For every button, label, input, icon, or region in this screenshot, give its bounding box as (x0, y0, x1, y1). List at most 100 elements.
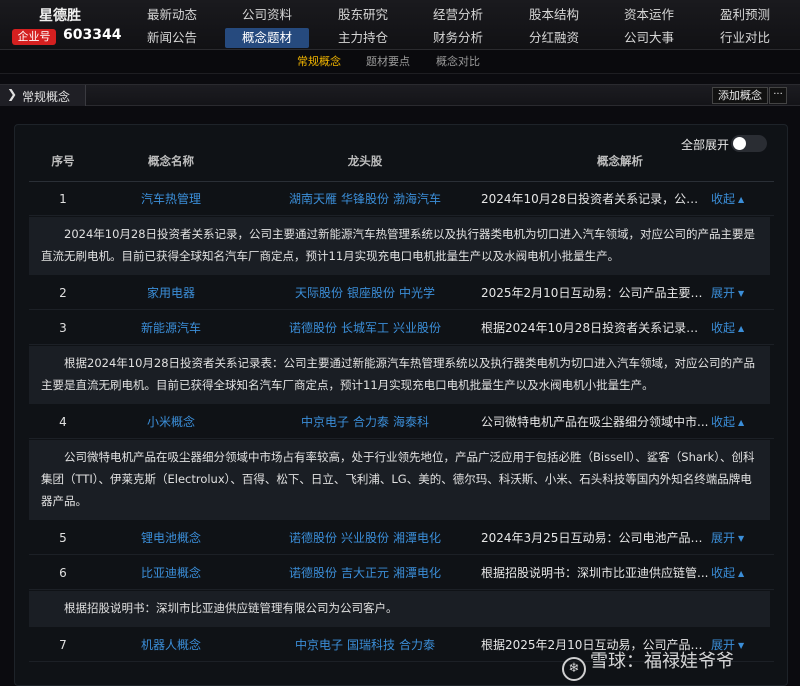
concept-name-link[interactable]: 锂电池概念 (97, 521, 245, 555)
expand-toggle[interactable]: 展开 ▼ (711, 276, 771, 310)
nav-item-financials[interactable]: 财务分析 (416, 28, 500, 48)
leader-stock-link[interactable]: 中光学 (399, 286, 435, 300)
leader-stock-link[interactable]: 长城军工 (341, 321, 389, 335)
stock-brand: 星德胜 企业号 603344 (0, 0, 122, 50)
table-row: 5 锂电池概念 诺德股份 兴业股份 湘潭电化 2024年3月25日互动易：公司电池产… (29, 521, 774, 555)
leader-stock-link[interactable]: 中京电子 (295, 638, 343, 652)
toggle-label: 收起 (711, 415, 736, 429)
concept-detail: 2024年10月28日投资者关系记录，公司主要通过新能源汽车热管理系统以及执行器… (29, 217, 770, 275)
leader-stock-link[interactable]: 天际股份 (295, 286, 343, 300)
leader-stock-link[interactable]: 吉大正元 (341, 566, 389, 580)
concept-name-link[interactable]: 新能源汽车 (97, 311, 245, 345)
nav-item-shareholders[interactable]: 股东研究 (321, 5, 405, 25)
toggle-knob (733, 137, 746, 150)
concept-detail: 根据招股说明书：深圳市比亚迪供应链管理有限公司为公司客户。 (29, 591, 770, 627)
column-header-leaders: 龙头股 (347, 154, 383, 168)
leader-stock-link[interactable]: 合力泰 (399, 638, 435, 652)
leader-stock-link[interactable]: 诺德股份 (289, 321, 337, 335)
row-index: 5 (59, 531, 67, 545)
leader-stock-link[interactable]: 诺德股份 (289, 531, 337, 545)
concept-name-link[interactable]: 比亚迪概念 (97, 556, 245, 590)
section-tab: ❯ 常规概念 (0, 85, 86, 106)
leader-stocks: 中京电子 合力泰 海泰科 (245, 405, 485, 439)
expand-all-toggle[interactable] (731, 135, 767, 152)
expand-toggle[interactable]: 展开 ▼ (711, 521, 771, 555)
column-header-name: 概念名称 (148, 154, 194, 168)
nav-item-concepts[interactable]: 概念题材 (225, 28, 309, 48)
collapse-toggle[interactable]: 收起 ▲ (711, 311, 771, 345)
leader-stock-link[interactable]: 华锋股份 (341, 192, 389, 206)
leader-stock-link[interactable]: 湘潭电化 (393, 531, 441, 545)
leader-stock-link[interactable]: 海泰科 (393, 415, 429, 429)
concepts-panel: 全部展开 序号 概念名称 龙头股 概念解析 1 汽车热管理 湖南天雁 华锋股份 渤海… (14, 124, 788, 686)
row-index: 6 (59, 566, 67, 580)
table-row: 3 新能源汽车 诺德股份 长城军工 兴业股份 根据2024年10月28日投资者关系记… (29, 311, 774, 345)
nav-item-events[interactable]: 公司大事 (607, 28, 691, 48)
leader-stock-link[interactable]: 兴业股份 (393, 321, 441, 335)
collapse-toggle[interactable]: 收起 ▲ (711, 182, 771, 216)
nav-item-company-info[interactable]: 公司资料 (225, 5, 309, 25)
leader-stock-link[interactable]: 国瑞科技 (347, 638, 395, 652)
concept-name-link[interactable]: 小米概念 (97, 405, 245, 439)
nav-item-latest[interactable]: 最新动态 (130, 5, 214, 25)
concept-detail: 根据2024年10月28日投资者关系记录表：公司主要通过新能源汽车热管理系统以及… (29, 346, 770, 404)
caret-up-icon: ▲ (738, 324, 745, 333)
concept-summary: 2024年3月25日互动易：公司电池产品为... (481, 531, 709, 545)
nav-item-operations[interactable]: 经营分析 (416, 5, 500, 25)
stock-name: 星德胜 (39, 8, 81, 24)
nav-item-capital-ops[interactable]: 资本运作 (607, 5, 691, 25)
leader-stock-link[interactable]: 湘潭电化 (393, 566, 441, 580)
row-index: 3 (59, 321, 67, 335)
add-concept-button[interactable]: 添加概念 (712, 87, 768, 104)
leader-stocks: 天际股份 银座股份 中光学 (245, 276, 485, 310)
caret-up-icon: ▲ (738, 569, 745, 578)
row-index: 2 (59, 286, 67, 300)
leader-stock-link[interactable]: 诺德股份 (289, 566, 337, 580)
concept-name-link[interactable]: 家用电器 (97, 276, 245, 310)
leader-stock-link[interactable]: 湖南天雁 (289, 192, 337, 206)
leader-stocks: 诺德股份 吉大正元 湘潭电化 (245, 556, 485, 590)
more-button[interactable]: ··· (769, 87, 787, 104)
concept-summary: 根据招股说明书：深圳市比亚迪供应链管... (481, 566, 709, 580)
leader-stocks: 诺德股份 长城军工 兴业股份 (245, 311, 485, 345)
toggle-label: 收起 (711, 566, 736, 580)
snowball-logo-icon: ❄ (562, 657, 586, 681)
watermark-text: 雪球：福禄娃爷爷 (590, 651, 734, 672)
concept-name-link[interactable]: 机器人概念 (97, 628, 245, 662)
concept-summary: 2024年10月28日投资者关系记录，公司... (481, 192, 709, 206)
expand-all: 全部展开 (681, 133, 775, 153)
nav-item-industry-compare[interactable]: 行业对比 (703, 28, 787, 48)
row-index: 4 (59, 415, 67, 429)
row-index: 7 (59, 638, 67, 652)
app-header: 星德胜 企业号 603344 最新动态 公司资料 股东研究 经营分析 股本结构 … (0, 0, 800, 50)
nav-item-holdings[interactable]: 主力持仓 (321, 28, 405, 48)
stock-code: 603344 (63, 27, 122, 43)
subnav-item-concept-compare[interactable]: 概念对比 (436, 50, 480, 74)
subnav-item-regular-concepts[interactable]: 常规概念 (297, 50, 341, 74)
nav-item-dividends[interactable]: 分红融资 (512, 28, 596, 48)
table-row: 4 小米概念 中京电子 合力泰 海泰科 公司微特电机产品在吸尘器细分领域中市... … (29, 405, 774, 439)
leader-stock-link[interactable]: 银座股份 (347, 286, 395, 300)
collapse-toggle[interactable]: 收起 ▲ (711, 405, 771, 439)
leader-stock-link[interactable]: 合力泰 (353, 415, 389, 429)
table-row: 1 汽车热管理 湖南天雁 华锋股份 渤海汽车 2024年10月28日投资者关系记录，… (29, 182, 774, 216)
main-nav: 最新动态 公司资料 股东研究 经营分析 股本结构 资本运作 盈利预测 新闻公告 … (122, 0, 800, 50)
nav-item-news[interactable]: 新闻公告 (130, 28, 214, 48)
stock-type-badge[interactable]: 企业号 (12, 29, 56, 45)
table-row: 6 比亚迪概念 诺德股份 吉大正元 湘潭电化 根据招股说明书：深圳市比亚迪供应链管.… (29, 556, 774, 590)
leader-stock-link[interactable]: 渤海汽车 (393, 192, 441, 206)
caret-down-icon: ▼ (738, 289, 745, 298)
leader-stock-link[interactable]: 兴业股份 (341, 531, 389, 545)
subnav-item-topic-points[interactable]: 题材要点 (366, 50, 410, 74)
caret-up-icon: ▲ (738, 195, 745, 204)
column-header-analysis: 概念解析 (597, 154, 643, 168)
collapse-toggle[interactable]: 收起 ▲ (711, 556, 771, 590)
leader-stocks: 诺德股份 兴业股份 湘潭电化 (245, 521, 485, 555)
sub-nav: 常规概念 题材要点 概念对比 (0, 50, 800, 74)
watermark: ❄ 雪球：福禄娃爷爷 (562, 648, 792, 681)
leader-stocks: 湖南天雁 华锋股份 渤海汽车 (245, 182, 485, 216)
nav-item-capital-structure[interactable]: 股本结构 (512, 5, 596, 25)
nav-item-forecast[interactable]: 盈利预测 (703, 5, 787, 25)
leader-stock-link[interactable]: 中京电子 (301, 415, 349, 429)
concept-name-link[interactable]: 汽车热管理 (97, 182, 245, 216)
